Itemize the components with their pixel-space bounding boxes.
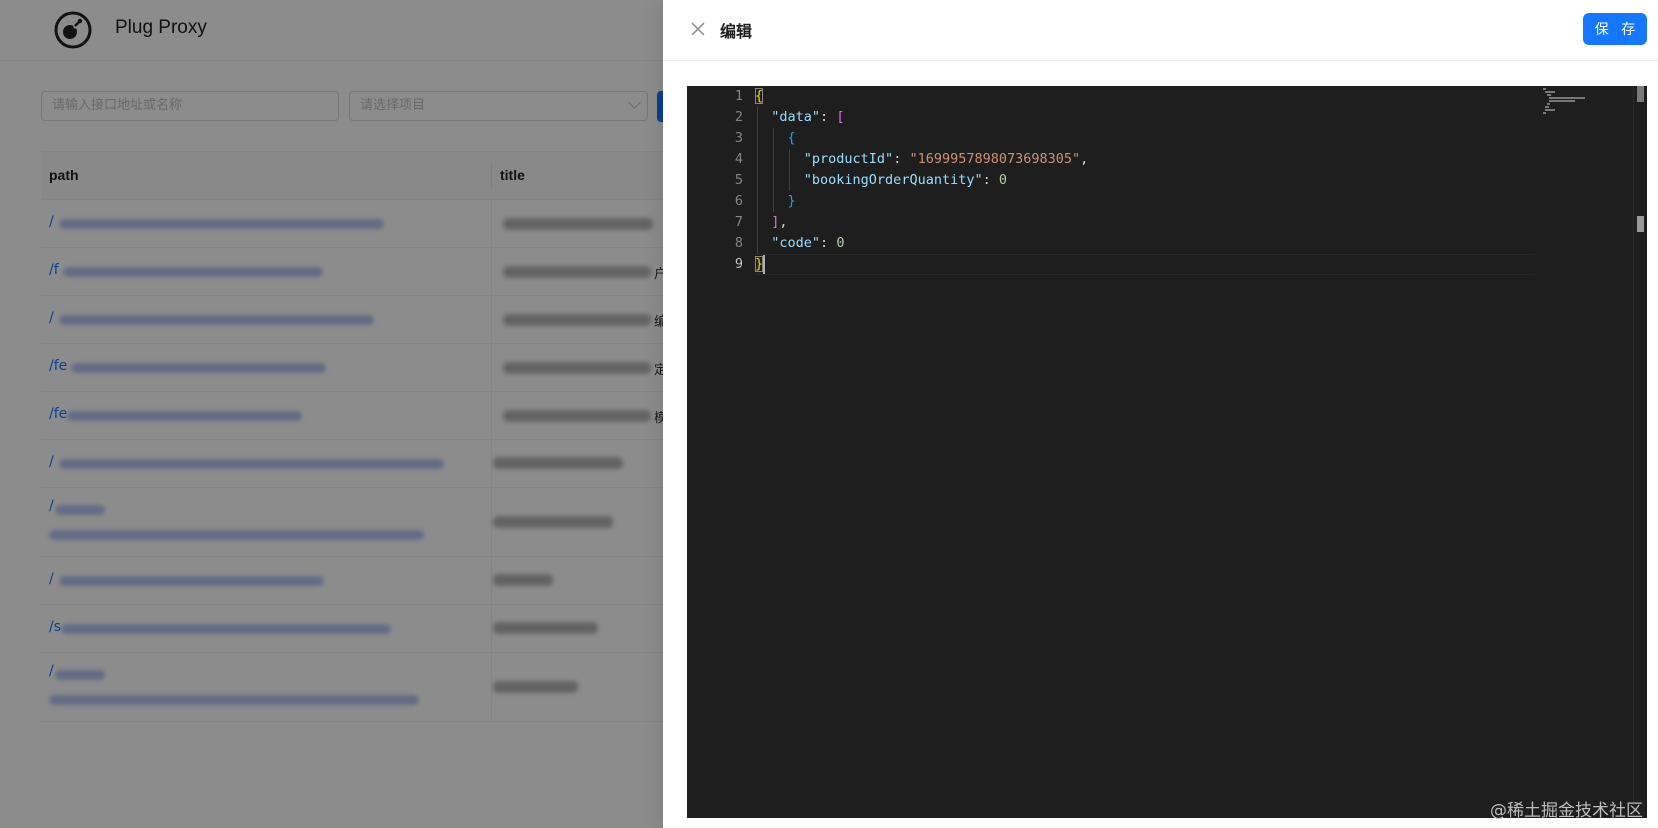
- code-line[interactable]: ],: [755, 212, 788, 233]
- code-token: :: [893, 151, 910, 167]
- line-number: 7: [734, 214, 743, 230]
- current-line-highlight: [755, 254, 1535, 275]
- code-token: :: [820, 235, 837, 251]
- code-token: "code": [771, 235, 821, 251]
- text-cursor: [763, 255, 765, 274]
- code-line[interactable]: {: [755, 86, 764, 107]
- line-number: 4: [734, 151, 743, 167]
- drawer-title: 编辑: [720, 22, 753, 41]
- line-number: 5: [734, 172, 743, 188]
- code-token: :: [982, 172, 999, 188]
- save-button[interactable]: 保 存: [1583, 13, 1647, 45]
- line-number-gutter: 1 2 3 4 5 6 7 8 9: [687, 86, 743, 818]
- line-number: 6: [734, 193, 743, 209]
- line-number: 1: [734, 88, 743, 104]
- code-token: }: [755, 256, 764, 272]
- cursor-position-marker: [1637, 216, 1644, 232]
- code-token: ,: [779, 214, 788, 230]
- scrollbar-thumb[interactable]: [1637, 86, 1644, 102]
- line-number: 3: [734, 130, 743, 146]
- code-token: {: [787, 130, 796, 146]
- edit-drawer: 编辑 保 存 1 2 3 4 5 6 7 8 9 { "data": [ { "productI…: [663, 0, 1658, 828]
- code-line[interactable]: "data": [: [755, 107, 844, 128]
- code-token: 0: [836, 235, 845, 251]
- code-line[interactable]: {: [755, 128, 796, 149]
- editor-vertical-scrollbar[interactable]: [1633, 86, 1647, 818]
- code-token: "productId": [803, 151, 894, 167]
- close-icon[interactable]: [690, 21, 706, 37]
- line-number: 2: [734, 109, 743, 125]
- line-number: 9: [734, 256, 743, 272]
- code-line[interactable]: }: [755, 254, 764, 275]
- screen: Plug Proxy 请输入接口地址或名称 请选择项目 path title /…: [0, 0, 1658, 828]
- editor-minimap[interactable]: [1537, 86, 1627, 126]
- drawer-header: 编辑 保 存: [663, 0, 1658, 61]
- code-token: "bookingOrderQuantity": [803, 172, 983, 188]
- code-token: ,: [1080, 151, 1089, 167]
- code-token: :: [820, 109, 837, 125]
- code-token: "data": [771, 109, 821, 125]
- code-token: 0: [998, 172, 1007, 188]
- code-line[interactable]: "bookingOrderQuantity": 0: [755, 170, 1007, 191]
- code-line[interactable]: }: [755, 191, 796, 212]
- code-token: "1699957898073698305": [909, 151, 1081, 167]
- code-token: [: [836, 109, 845, 125]
- line-number: 8: [734, 235, 743, 251]
- code-line[interactable]: "productId": "1699957898073698305",: [755, 149, 1089, 170]
- code-token: }: [787, 193, 796, 209]
- watermark: @稀土掘金技术社区: [1490, 801, 1643, 821]
- code-line[interactable]: "code": 0: [755, 233, 844, 254]
- code-token: {: [755, 88, 764, 104]
- json-code-editor[interactable]: 1 2 3 4 5 6 7 8 9 { "data": [ { "productId": "16…: [687, 86, 1647, 818]
